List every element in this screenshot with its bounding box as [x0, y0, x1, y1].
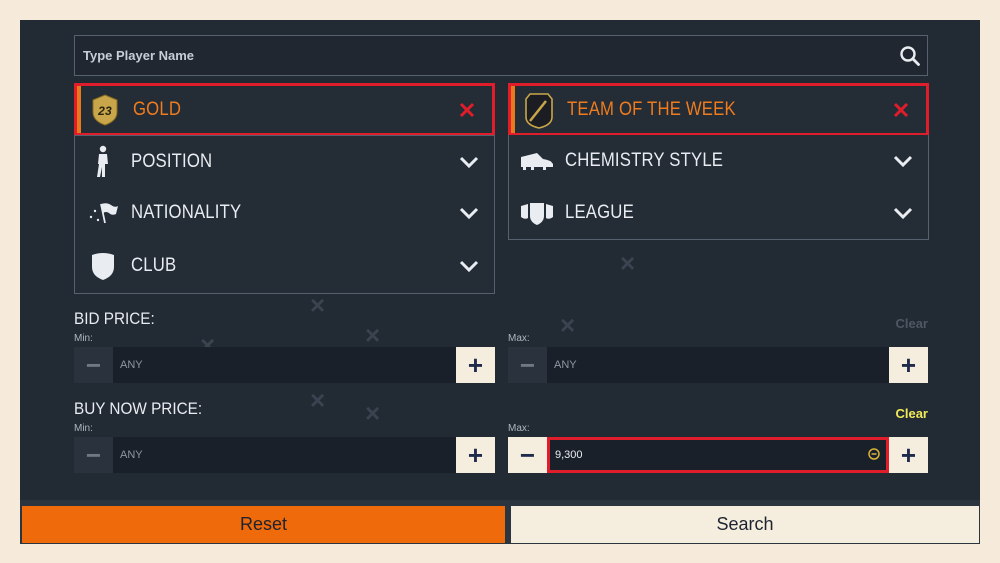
bid-min-decrement-button[interactable]: −: [74, 347, 113, 383]
rarity-filter[interactable]: TEAM OF THE WEEK: [508, 83, 929, 136]
totw-card-icon: [511, 91, 567, 129]
flag-icon: [75, 201, 131, 225]
club-filter-label: CLUB: [131, 255, 177, 276]
bid-max-decrement-button[interactable]: −: [508, 347, 547, 383]
chevron-down-icon[interactable]: [444, 207, 494, 219]
chevron-down-icon[interactable]: [444, 260, 494, 272]
buy-now-max-label: Max:: [508, 423, 530, 434]
chevron-down-icon[interactable]: [878, 207, 928, 219]
buy-now-min-input[interactable]: ANY: [113, 437, 456, 473]
boot-icon: [509, 151, 565, 171]
buy-now-max-input[interactable]: 9,300: [547, 437, 889, 473]
player-figure-icon: [75, 145, 131, 179]
coin-icon: [868, 447, 880, 463]
league-filter-label: LEAGUE: [565, 202, 634, 223]
buy-now-min-label: Min:: [74, 423, 93, 434]
nationality-filter-label: NATIONALITY: [131, 202, 242, 223]
buy-now-max-decrement-button[interactable]: −: [508, 437, 547, 473]
buy-now-min-decrement-button[interactable]: −: [74, 437, 113, 473]
nationality-filter[interactable]: NATIONALITY: [74, 187, 495, 240]
league-shields-icon: [509, 200, 565, 226]
quality-filter[interactable]: 23 GOLD: [74, 83, 495, 136]
background-cross-deco: ×: [310, 385, 326, 415]
position-filter[interactable]: POSITION: [74, 135, 495, 188]
background-cross-deco: ×: [620, 248, 636, 278]
chemistry-style-filter-label: CHEMISTRY STYLE: [565, 150, 724, 171]
bid-min-input[interactable]: ANY: [113, 347, 456, 383]
chevron-down-icon[interactable]: [878, 155, 928, 167]
search-icon[interactable]: [893, 39, 927, 73]
bid-min-increment-button[interactable]: +: [456, 347, 495, 383]
chemistry-style-filter[interactable]: CHEMISTRY STYLE: [508, 135, 929, 188]
bid-max-input[interactable]: ANY: [547, 347, 889, 383]
bid-price-clear-button[interactable]: Clear: [880, 316, 928, 331]
buy-now-max-stepper: − 9,300 +: [508, 437, 928, 473]
rarity-filter-label: TEAM OF THE WEEK: [567, 98, 736, 120]
position-filter-label: POSITION: [131, 150, 213, 172]
bid-min-stepper: − ANY +: [74, 347, 495, 383]
player-name-input[interactable]: [83, 48, 893, 63]
buy-now-max-increment-button[interactable]: +: [889, 437, 928, 473]
league-filter[interactable]: LEAGUE: [508, 187, 929, 240]
search-filter-panel: × × × × × × × 23 GOLD TEAM OF THE WEEK: [20, 20, 980, 544]
gold-badge-icon: 23: [77, 93, 133, 126]
background-cross-deco: ×: [365, 398, 381, 428]
close-icon[interactable]: [876, 102, 926, 118]
bid-max-label: Max:: [508, 333, 530, 344]
quality-filter-label: GOLD: [133, 98, 182, 120]
buy-now-min-increment-button[interactable]: +: [456, 437, 495, 473]
background-cross-deco: ×: [560, 310, 576, 340]
buy-now-min-stepper: − ANY +: [74, 437, 495, 473]
buy-now-clear-button[interactable]: Clear: [880, 406, 928, 421]
club-shield-icon: [75, 251, 131, 281]
svg-text:23: 23: [97, 104, 112, 118]
player-search-box[interactable]: [74, 35, 928, 76]
reset-button[interactable]: Reset: [22, 506, 505, 543]
search-button[interactable]: Search: [511, 506, 979, 543]
background-cross-deco: ×: [310, 290, 326, 320]
bid-price-title: BID PRICE:: [74, 309, 155, 328]
buy-now-price-title: BUY NOW PRICE:: [74, 399, 203, 418]
chevron-down-icon[interactable]: [444, 156, 494, 168]
bid-max-stepper: − ANY +: [508, 347, 928, 383]
buy-now-max-value: 9,300: [555, 449, 583, 461]
close-icon[interactable]: [442, 102, 492, 118]
bid-min-label: Min:: [74, 333, 93, 344]
bid-max-increment-button[interactable]: +: [889, 347, 928, 383]
club-filter[interactable]: CLUB: [74, 239, 495, 294]
